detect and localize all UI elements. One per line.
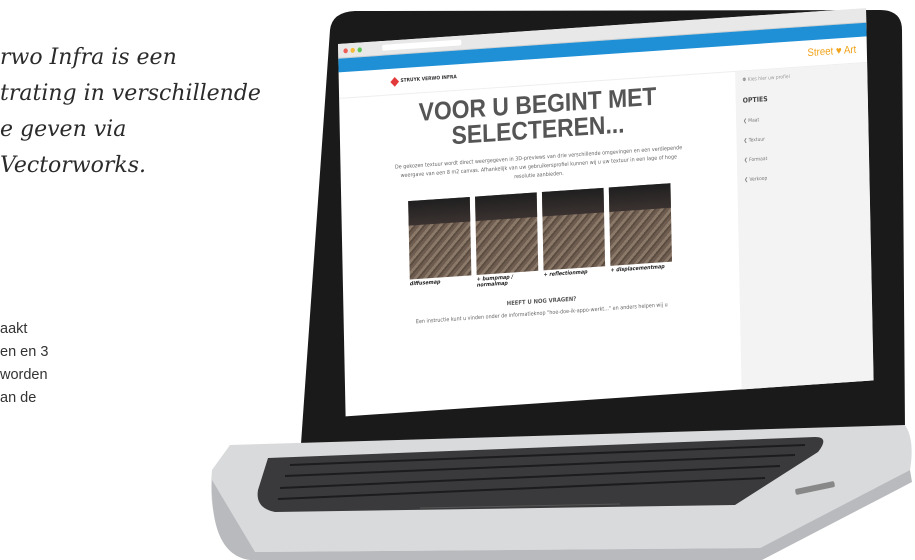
options-title: OPTIES [742, 95, 768, 105]
maximize-dot-icon[interactable] [357, 46, 362, 52]
options-sidebar: ⚉ Kies hier uw profiel OPTIES ❮ Maat ❮ T… [735, 62, 874, 396]
option-item[interactable]: ❮ Textuur [744, 130, 862, 144]
minimize-dot-icon[interactable] [350, 47, 355, 53]
screen: STRUYK VERWO INFRA Street ♥ Art VOOR U B… [338, 8, 874, 417]
thumbnail[interactable]: + reflectionmap [541, 187, 606, 284]
option-label: Textuur [748, 136, 766, 144]
pavement-image [541, 187, 606, 271]
option-label: Maat [748, 117, 760, 124]
profile-select-label: Kies hier uw profiel [747, 74, 790, 83]
option-label: Verkoop [749, 175, 768, 183]
logo-text: STRUYK VERWO INFRA [400, 74, 457, 84]
pavement-image [408, 196, 472, 280]
logo-mark-icon [390, 76, 400, 87]
content: VOOR U BEGINT MET SELECTEREN... De gekoz… [339, 72, 742, 417]
thumbnail[interactable]: + bumpmap / normalmap [475, 192, 539, 289]
thumbnail[interactable]: diffusemap [408, 196, 472, 293]
option-item[interactable]: ❮ Formaat [744, 150, 862, 164]
thumbnail[interactable]: + displacementmap [608, 183, 673, 279]
pavement-image [608, 183, 673, 266]
brand-logo[interactable]: Street ♥ Art [807, 44, 856, 59]
profile-select[interactable]: ⚉ Kies hier uw profiel [742, 69, 860, 83]
option-label: Formaat [749, 156, 768, 164]
pavement-image [475, 192, 539, 275]
laptop: STRUYK VERWO INFRA Street ♥ Art VOOR U B… [0, 0, 915, 560]
option-item[interactable]: ❮ Maat [743, 110, 861, 124]
intro-paragraph: De gekozen textuur wordt direct weergege… [394, 145, 683, 181]
close-dot-icon[interactable] [343, 47, 348, 53]
preview-thumbnails: diffusemap + bumpmap / normalmap + refle… [341, 179, 739, 298]
thumbnail-caption: + bumpmap / normalmap [476, 274, 514, 289]
main: VOOR U BEGINT MET SELECTEREN... De gekoz… [339, 62, 874, 417]
option-item[interactable]: ❮ Verkoop [744, 169, 862, 183]
logo[interactable]: STRUYK VERWO INFRA [390, 74, 457, 87]
address-bar[interactable] [382, 39, 462, 51]
